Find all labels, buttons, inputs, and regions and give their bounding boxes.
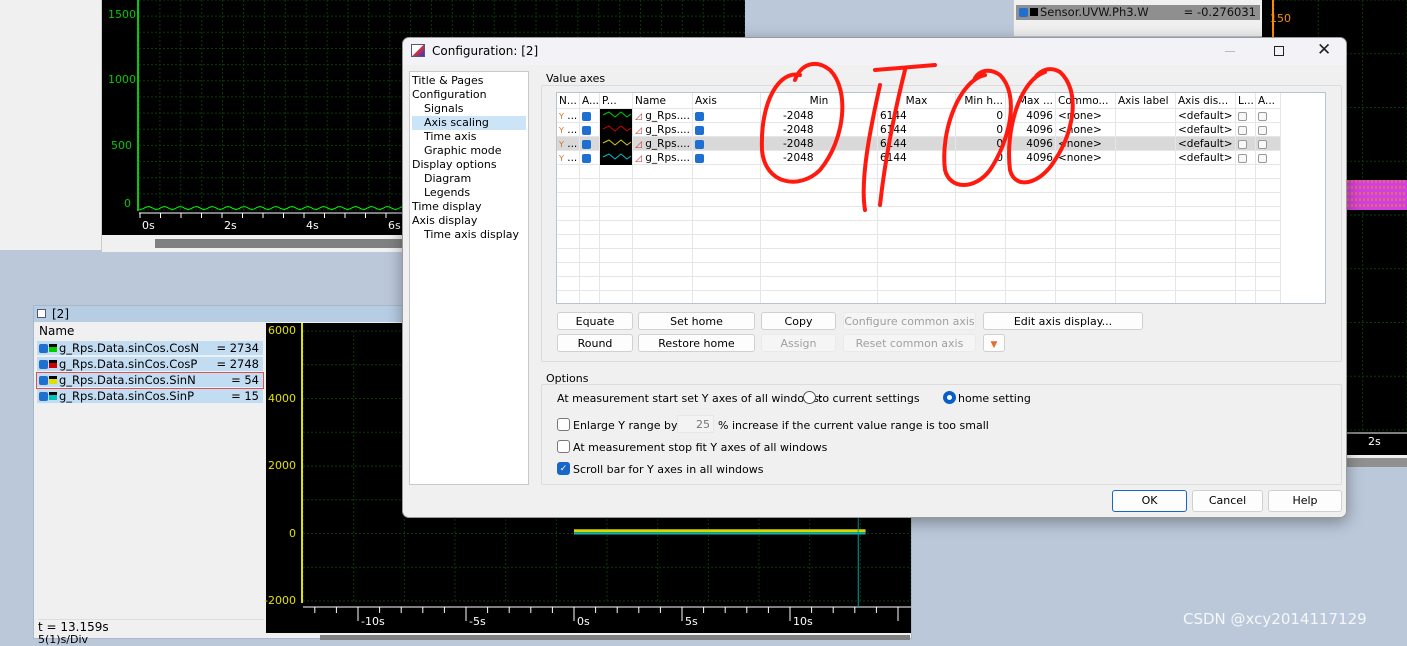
red-annotation-marks [759,61,1075,212]
annotation-t-max [861,63,937,212]
annotation-circle-maxhome [1007,67,1075,185]
annotation-circle-minhome [942,68,1013,187]
annotation-circle-min [759,61,845,184]
watermark: CSDN @xcy2014117129 [1183,610,1367,628]
